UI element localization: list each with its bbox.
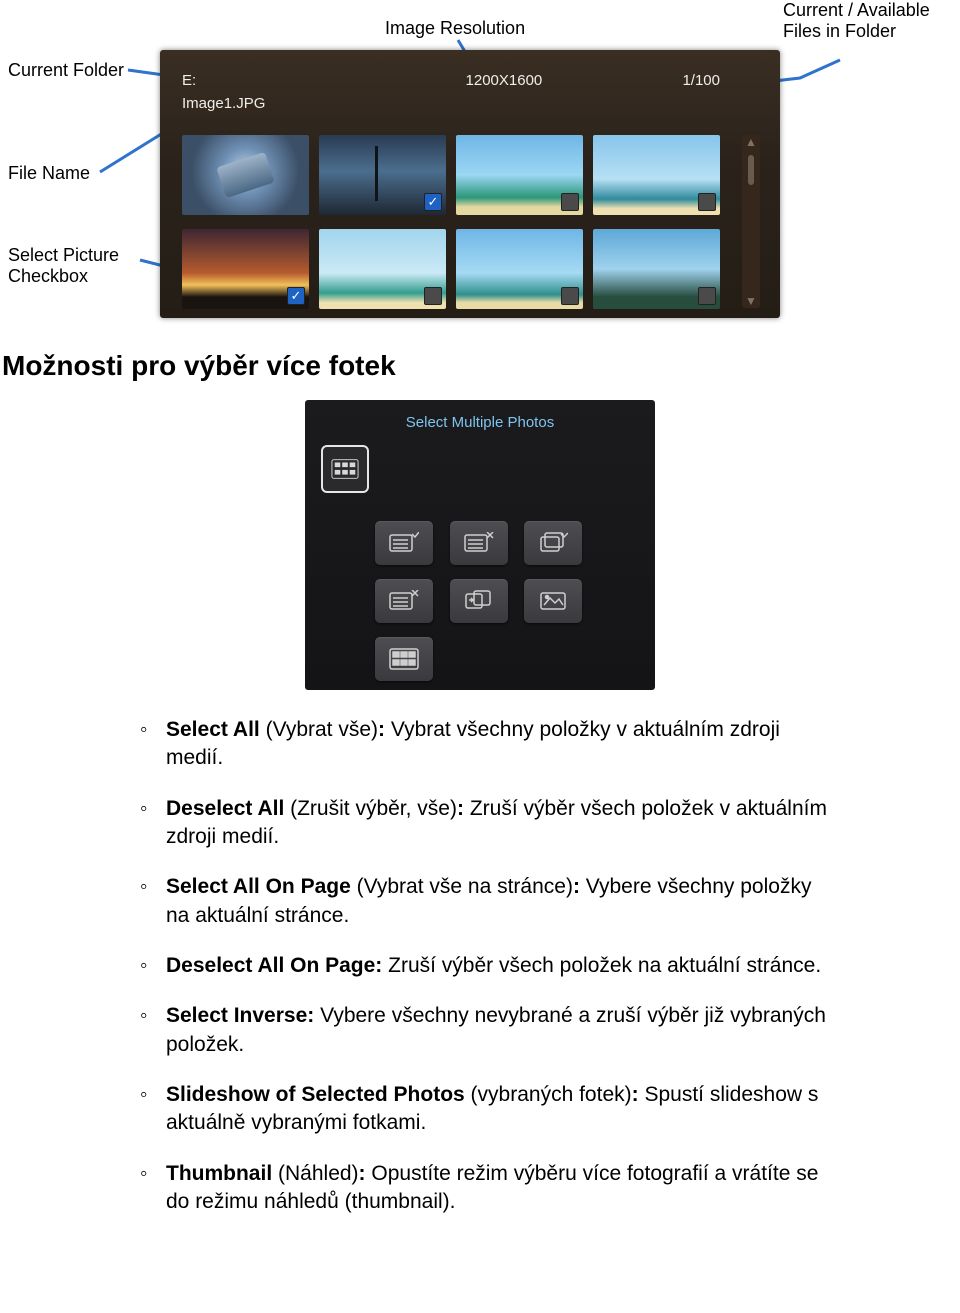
options-list: Select All (Vybrat vše): Vybrat všechny … [140,716,840,1216]
thumbnail[interactable]: ✓ [182,229,309,309]
list-item: Select Inverse: Vybere všechny nevybrané… [140,1002,840,1059]
scroll-up-icon[interactable]: ▲ [745,135,757,149]
file-counter-value: 1/100 [682,72,720,112]
list-item: Deselect All (Zrušit výběr, vše): Zruší … [140,795,840,852]
list-item: Thumbnail (Náhled): Opustíte režim výběr… [140,1160,840,1217]
select-all-button[interactable] [375,521,433,565]
thumbnail-mode-icon[interactable] [321,445,369,493]
thumbnail[interactable] [593,229,720,309]
label-current-folder: Current Folder [8,60,124,81]
thumbnail[interactable]: ✓ [319,135,446,215]
browser-diagram: Current Folder File Name Select Picture … [0,0,960,330]
list-item: Select All (Vybrat vše): Vybrat všechny … [140,716,840,773]
list-item: Slideshow of Selected Photos (vybraných … [140,1081,840,1138]
select-checkbox[interactable] [561,193,579,211]
panel-title: Select Multiple Photos [321,414,639,431]
select-checkbox[interactable]: ✓ [424,193,442,211]
list-item: Select All On Page (Vybrat vše na stránc… [140,873,840,930]
scroll-handle[interactable] [748,155,754,185]
label-files-counter: Current / Available Files in Folder [783,0,930,41]
section-heading: Možnosti pro výběr více fotek [2,350,960,382]
select-checkbox[interactable]: ✓ [287,287,305,305]
thumbnail[interactable] [319,229,446,309]
select-checkbox[interactable] [698,193,716,211]
select-inverse-button[interactable] [450,579,508,623]
thumbnail[interactable] [182,135,309,215]
thumbnail-grid: ✓ ✓ [182,135,720,309]
select-multiple-diagram: Select Multiple Photos [0,400,960,690]
select-multiple-panel: Select Multiple Photos [305,400,655,690]
label-file-name: File Name [8,163,90,184]
thumbnail[interactable] [456,229,583,309]
file-name-value: Image1.JPG [182,95,265,112]
label-image-resolution: Image Resolution [385,18,525,39]
thumbnail[interactable] [456,135,583,215]
scroll-down-icon[interactable]: ▼ [745,294,757,308]
slideshow-selected-button[interactable] [524,579,582,623]
scrollbar[interactable]: ▲ ▼ [742,135,760,308]
list-item: Deselect All On Page: Zruší výběr všech … [140,952,840,980]
current-folder-value: E: [182,72,265,89]
deselect-all-on-page-button[interactable] [375,579,433,623]
label-select-picture-checkbox: Select Picture Checkbox [8,245,119,286]
thumbnail-return-button[interactable] [375,637,433,681]
image-resolution-value: 1200X1600 [466,72,543,112]
select-all-on-page-button[interactable] [524,521,582,565]
select-checkbox[interactable] [698,287,716,305]
select-checkbox[interactable] [561,287,579,305]
photo-browser-panel: E: Image1.JPG 1200X1600 1/100 ✓ ✓ ▲ ▼ [160,50,780,318]
deselect-all-button[interactable] [450,521,508,565]
select-checkbox[interactable] [424,287,442,305]
thumbnail[interactable] [593,135,720,215]
